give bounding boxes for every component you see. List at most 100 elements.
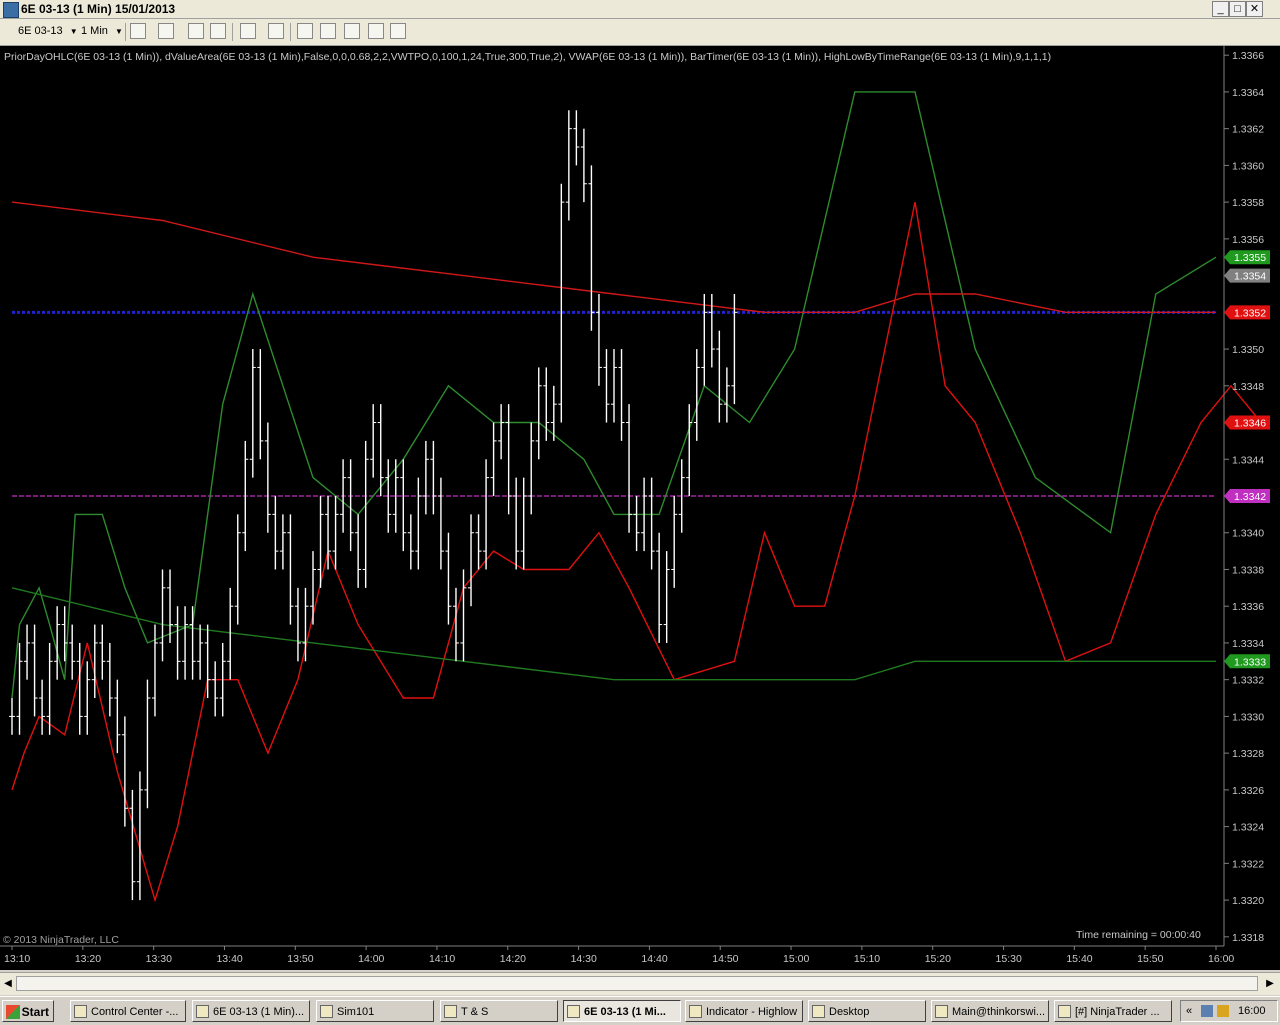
zoom-icon[interactable]: [268, 23, 284, 39]
document-icon: [689, 1005, 702, 1018]
start-label: Start: [21, 1005, 49, 1019]
time-tick-label: 15:10: [854, 953, 880, 965]
window-title: 6E 03-13 (1 Min) 15/01/2013: [21, 2, 176, 16]
price-tick-label: 1.3366: [1232, 50, 1264, 62]
shield-icon[interactable]: [1217, 1005, 1229, 1017]
drawing-tool-icon[interactable]: [158, 23, 174, 39]
taskbar-item-chart[interactable]: 6E 03-13 (1 Min)...: [192, 1000, 310, 1022]
strategies-icon[interactable]: [320, 23, 336, 39]
time-tick-label: 16:00: [1208, 953, 1234, 965]
network-icon[interactable]: [1201, 1005, 1213, 1017]
horizontal-scrollbar[interactable]: ◀ ▶: [0, 972, 1280, 995]
chart-panel[interactable]: PriorDayOHLC(6E 03-13 (1 Min)), dValueAr…: [0, 46, 1280, 970]
window-titlebar: 6E 03-13 (1 Min) 15/01/2013 _ □ ✕: [0, 0, 1280, 19]
time-tick-label: 14:20: [500, 953, 526, 965]
taskbar-item-time-and-sales[interactable]: T & S: [440, 1000, 558, 1022]
price-tick-label: 1.3338: [1232, 564, 1264, 576]
add-indicator-icon[interactable]: [188, 23, 204, 39]
time-tick-label: 13:20: [75, 953, 101, 965]
vwap-line: [11, 201, 1216, 313]
time-tick-label: 14:30: [571, 953, 597, 965]
price-tick-label: 1.3334: [1232, 638, 1264, 650]
dollar-icon[interactable]: [368, 23, 384, 39]
scroll-thumb[interactable]: [16, 976, 1258, 991]
price-tick-label: 1.3350: [1232, 344, 1264, 356]
time-tick-label: 15:20: [925, 953, 951, 965]
copyright-label: © 2013 NinjaTrader, LLC: [3, 934, 119, 946]
close-button[interactable]: ✕: [1246, 1, 1263, 17]
interval-selector[interactable]: 1 Min ▼: [81, 22, 123, 40]
price-tick-label: 1.3322: [1232, 858, 1264, 870]
taskbar-item-sim101[interactable]: Sim101: [316, 1000, 434, 1022]
taskbar-item-control-center[interactable]: Control Center -...: [70, 1000, 186, 1022]
time-tick-label: 13:40: [216, 953, 242, 965]
time-tick-label: 13:30: [146, 953, 172, 965]
account-icon: [320, 1005, 333, 1018]
time-tick-label: 13:50: [287, 953, 313, 965]
toolbar-divider: [125, 23, 126, 41]
taskbar-item-thinkorswim[interactable]: Main@thinkorswi...: [931, 1000, 1049, 1022]
price-tick-label: 1.3340: [1232, 528, 1264, 540]
price-tick-label: 1.3318: [1232, 932, 1264, 944]
price-marker-label: 1.3333: [1234, 656, 1266, 668]
windows-logo-icon: [6, 1005, 20, 1019]
scroll-right-arrow-icon[interactable]: ▶: [1263, 975, 1277, 992]
price-tick-label: 1.3358: [1232, 197, 1264, 209]
clock: 16:00: [1238, 1005, 1266, 1017]
taskbar-item-chart-active[interactable]: 6E 03-13 (1 Mi...: [563, 1000, 681, 1022]
chart-icon: [196, 1005, 209, 1018]
time-tick-label: 15:50: [1137, 953, 1163, 965]
price-tick-label: 1.3324: [1232, 822, 1264, 834]
time-tick-label: 14:40: [641, 953, 667, 965]
price-chart[interactable]: PriorDayOHLC(6E 03-13 (1 Min)), dValueAr…: [0, 46, 1280, 970]
time-tick-label: 15:30: [996, 953, 1022, 965]
taskbar-item-indicator[interactable]: Indicator - Highlow: [685, 1000, 803, 1022]
time-tick-label: 15:40: [1066, 953, 1092, 965]
taskbar: Start Control Center -... 6E 03-13 (1 Mi…: [0, 996, 1280, 1025]
remove-drawings-icon[interactable]: [210, 23, 226, 39]
price-marker-label: 1.3354: [1234, 271, 1266, 283]
scroll-left-arrow-icon[interactable]: ◀: [1, 975, 15, 992]
time-remaining-label: Time remaining = 00:00:40: [1076, 929, 1201, 941]
taskbar-item-desktop[interactable]: Desktop: [808, 1000, 926, 1022]
chart-app-icon: [3, 2, 19, 18]
control-center-icon: [74, 1005, 87, 1018]
time-and-sales-icon: [444, 1005, 457, 1018]
properties-icon[interactable]: [390, 23, 406, 39]
price-tick-label: 1.3362: [1232, 124, 1264, 136]
instrument-selector[interactable]: 6E 03-13 ▼: [18, 22, 78, 40]
time-tick-label: 14:00: [358, 953, 384, 965]
price-tick-label: 1.3344: [1232, 454, 1264, 466]
price-marker-label: 1.3342: [1234, 491, 1266, 503]
time-tick-label: 13:10: [4, 953, 30, 965]
price-tick-label: 1.3326: [1232, 785, 1264, 797]
tray-expand-icon[interactable]: «: [1186, 1001, 1192, 1021]
price-tick-label: 1.3336: [1232, 601, 1264, 613]
indicator-label: PriorDayOHLC(6E 03-13 (1 Min)), dValueAr…: [4, 51, 1051, 63]
crosshair-icon[interactable]: [240, 23, 256, 39]
time-tick-label: 14:10: [429, 953, 455, 965]
interval-label: 1 Min: [81, 25, 108, 37]
data-box-icon[interactable]: [344, 23, 360, 39]
thinkorswim-icon: [935, 1005, 948, 1018]
time-tick-label: 14:50: [712, 953, 738, 965]
maximize-button[interactable]: □: [1229, 1, 1246, 17]
price-tick-label: 1.3332: [1232, 675, 1264, 687]
firefox-icon: [1058, 1005, 1071, 1018]
instrument-label: 6E 03-13: [18, 25, 63, 37]
chart-icon: [567, 1005, 580, 1018]
price-marker-label: 1.3346: [1234, 418, 1266, 430]
bar-style-icon[interactable]: [130, 23, 146, 39]
chevron-down-icon: ▼: [69, 27, 78, 36]
order-entry-icon[interactable]: [297, 23, 313, 39]
taskbar-item-firefox[interactable]: [#] NinjaTrader ...: [1054, 1000, 1172, 1022]
minimize-button[interactable]: _: [1212, 1, 1229, 17]
toolbar-divider: [232, 23, 233, 41]
price-marker-label: 1.3352: [1234, 307, 1266, 319]
price-tick-label: 1.3360: [1232, 160, 1264, 172]
system-tray: « 16:00: [1180, 1000, 1278, 1022]
price-tick-label: 1.3330: [1232, 711, 1264, 723]
start-button[interactable]: Start: [2, 1000, 54, 1022]
time-tick-label: 15:00: [783, 953, 809, 965]
folder-icon: [812, 1005, 825, 1018]
